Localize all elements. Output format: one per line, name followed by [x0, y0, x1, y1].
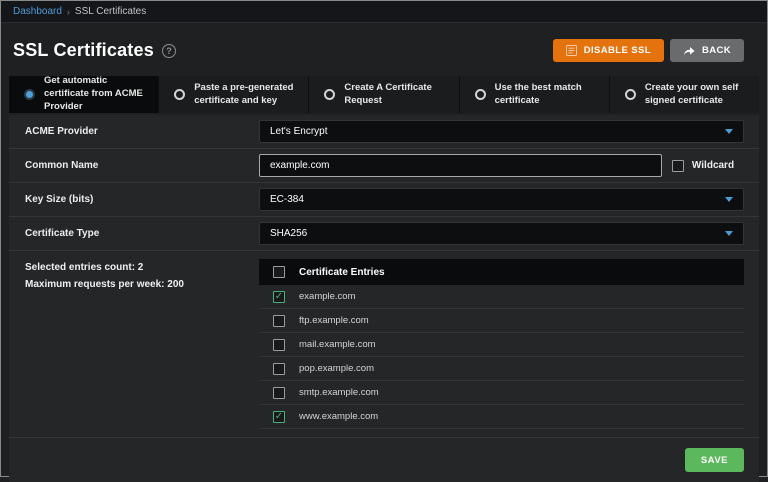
- table-row: pop.example.com: [259, 357, 744, 381]
- certificate-type-row: Certificate Type SHA256: [9, 217, 759, 251]
- chevron-down-icon: [725, 129, 733, 134]
- breadcrumb-current: SSL Certificates: [75, 6, 146, 17]
- tab-best-match[interactable]: Use the best match certificate: [460, 76, 610, 113]
- radio-unselected-icon: [324, 89, 335, 100]
- row-checkbox[interactable]: [273, 363, 285, 375]
- common-name-label: Common Name: [25, 160, 259, 171]
- acme-provider-select[interactable]: Let's Encrypt: [259, 120, 744, 143]
- table-row: smtp.example.com: [259, 381, 744, 405]
- tab-paste-certificate[interactable]: Paste a pre-generated certificate and ke…: [159, 76, 309, 113]
- breadcrumb: Dashboard › SSL Certificates: [1, 1, 767, 23]
- radio-unselected-icon: [174, 89, 185, 100]
- acme-provider-value: Let's Encrypt: [270, 126, 328, 137]
- tab-label: Get automatic certificate from ACME Prov…: [44, 75, 150, 113]
- wildcard-checkbox[interactable]: [672, 160, 684, 172]
- certificate-entries-row: Selected entries count: 2 Maximum reques…: [9, 251, 759, 438]
- chevron-down-icon: [725, 197, 733, 202]
- certificate-type-value: SHA256: [270, 228, 307, 239]
- radio-unselected-icon: [475, 89, 486, 100]
- tab-certificate-request[interactable]: Create A Certificate Request: [309, 76, 459, 113]
- key-size-select[interactable]: EC-384: [259, 188, 744, 211]
- row-checkbox[interactable]: [273, 291, 285, 303]
- max-requests-per-week: Maximum requests per week: 200: [25, 276, 259, 293]
- entry-name: mail.example.com: [299, 339, 376, 350]
- breadcrumb-separator: ›: [67, 7, 70, 17]
- key-size-label: Key Size (bits): [25, 194, 259, 205]
- certificate-entries-table: Certificate Entries example.com ftp.exam…: [259, 259, 744, 429]
- acme-provider-label: ACME Provider: [25, 126, 259, 137]
- ssl-form-panel: ACME Provider Let's Encrypt Common Name …: [9, 115, 759, 482]
- tab-label: Create your own self signed certificate: [645, 82, 751, 108]
- entry-name: pop.example.com: [299, 363, 374, 374]
- tab-label: Use the best match certificate: [495, 82, 601, 108]
- table-row: mail.example.com: [259, 333, 744, 357]
- form-footer: SAVE: [9, 438, 759, 482]
- select-all-checkbox[interactable]: [273, 266, 285, 278]
- table-row: ftp.example.com: [259, 309, 744, 333]
- row-checkbox[interactable]: [273, 315, 285, 327]
- entry-name: example.com: [299, 291, 356, 302]
- breadcrumb-dashboard-link[interactable]: Dashboard: [13, 6, 62, 17]
- entry-name: ftp.example.com: [299, 315, 369, 326]
- row-checkbox[interactable]: [273, 411, 285, 423]
- radio-unselected-icon: [625, 89, 636, 100]
- wildcard-label: Wildcard: [692, 160, 734, 171]
- help-icon[interactable]: ?: [162, 44, 176, 58]
- table-row: example.com: [259, 285, 744, 309]
- radio-selected-icon: [24, 89, 35, 100]
- chevron-down-icon: [725, 231, 733, 236]
- entry-name: smtp.example.com: [299, 387, 379, 398]
- disable-ssl-label: DISABLE SSL: [584, 45, 651, 56]
- row-checkbox[interactable]: [273, 387, 285, 399]
- back-arrow-icon: [683, 46, 695, 56]
- tab-acme-provider[interactable]: Get automatic certificate from ACME Prov…: [9, 76, 159, 113]
- common-name-row: Common Name Wildcard: [9, 149, 759, 183]
- page-header: SSL Certificates ? DISABLE SSL BACK: [1, 23, 767, 76]
- tab-label: Paste a pre-generated certificate and ke…: [194, 82, 300, 108]
- save-button[interactable]: SAVE: [685, 448, 744, 472]
- selected-entries-count: Selected entries count: 2: [25, 259, 259, 276]
- entry-name: www.example.com: [299, 411, 378, 422]
- key-size-value: EC-384: [270, 194, 304, 205]
- key-size-row: Key Size (bits) EC-384: [9, 183, 759, 217]
- back-button[interactable]: BACK: [670, 39, 744, 62]
- row-checkbox[interactable]: [273, 339, 285, 351]
- common-name-input[interactable]: [259, 154, 662, 177]
- certificate-method-tabs: Get automatic certificate from ACME Prov…: [9, 76, 759, 113]
- acme-provider-row: ACME Provider Let's Encrypt: [9, 115, 759, 149]
- disable-ssl-button[interactable]: DISABLE SSL: [553, 39, 664, 62]
- back-label: BACK: [702, 45, 731, 56]
- certificate-icon: [566, 45, 577, 56]
- certificate-type-label: Certificate Type: [25, 228, 259, 239]
- tab-self-signed[interactable]: Create your own self signed certificate: [610, 76, 759, 113]
- certificate-type-select[interactable]: SHA256: [259, 222, 744, 245]
- page-title: SSL Certificates: [13, 40, 154, 61]
- tab-label: Create A Certificate Request: [344, 82, 450, 108]
- table-header-label: Certificate Entries: [299, 267, 385, 278]
- table-row: www.example.com: [259, 405, 744, 429]
- table-header-row: Certificate Entries: [259, 259, 744, 285]
